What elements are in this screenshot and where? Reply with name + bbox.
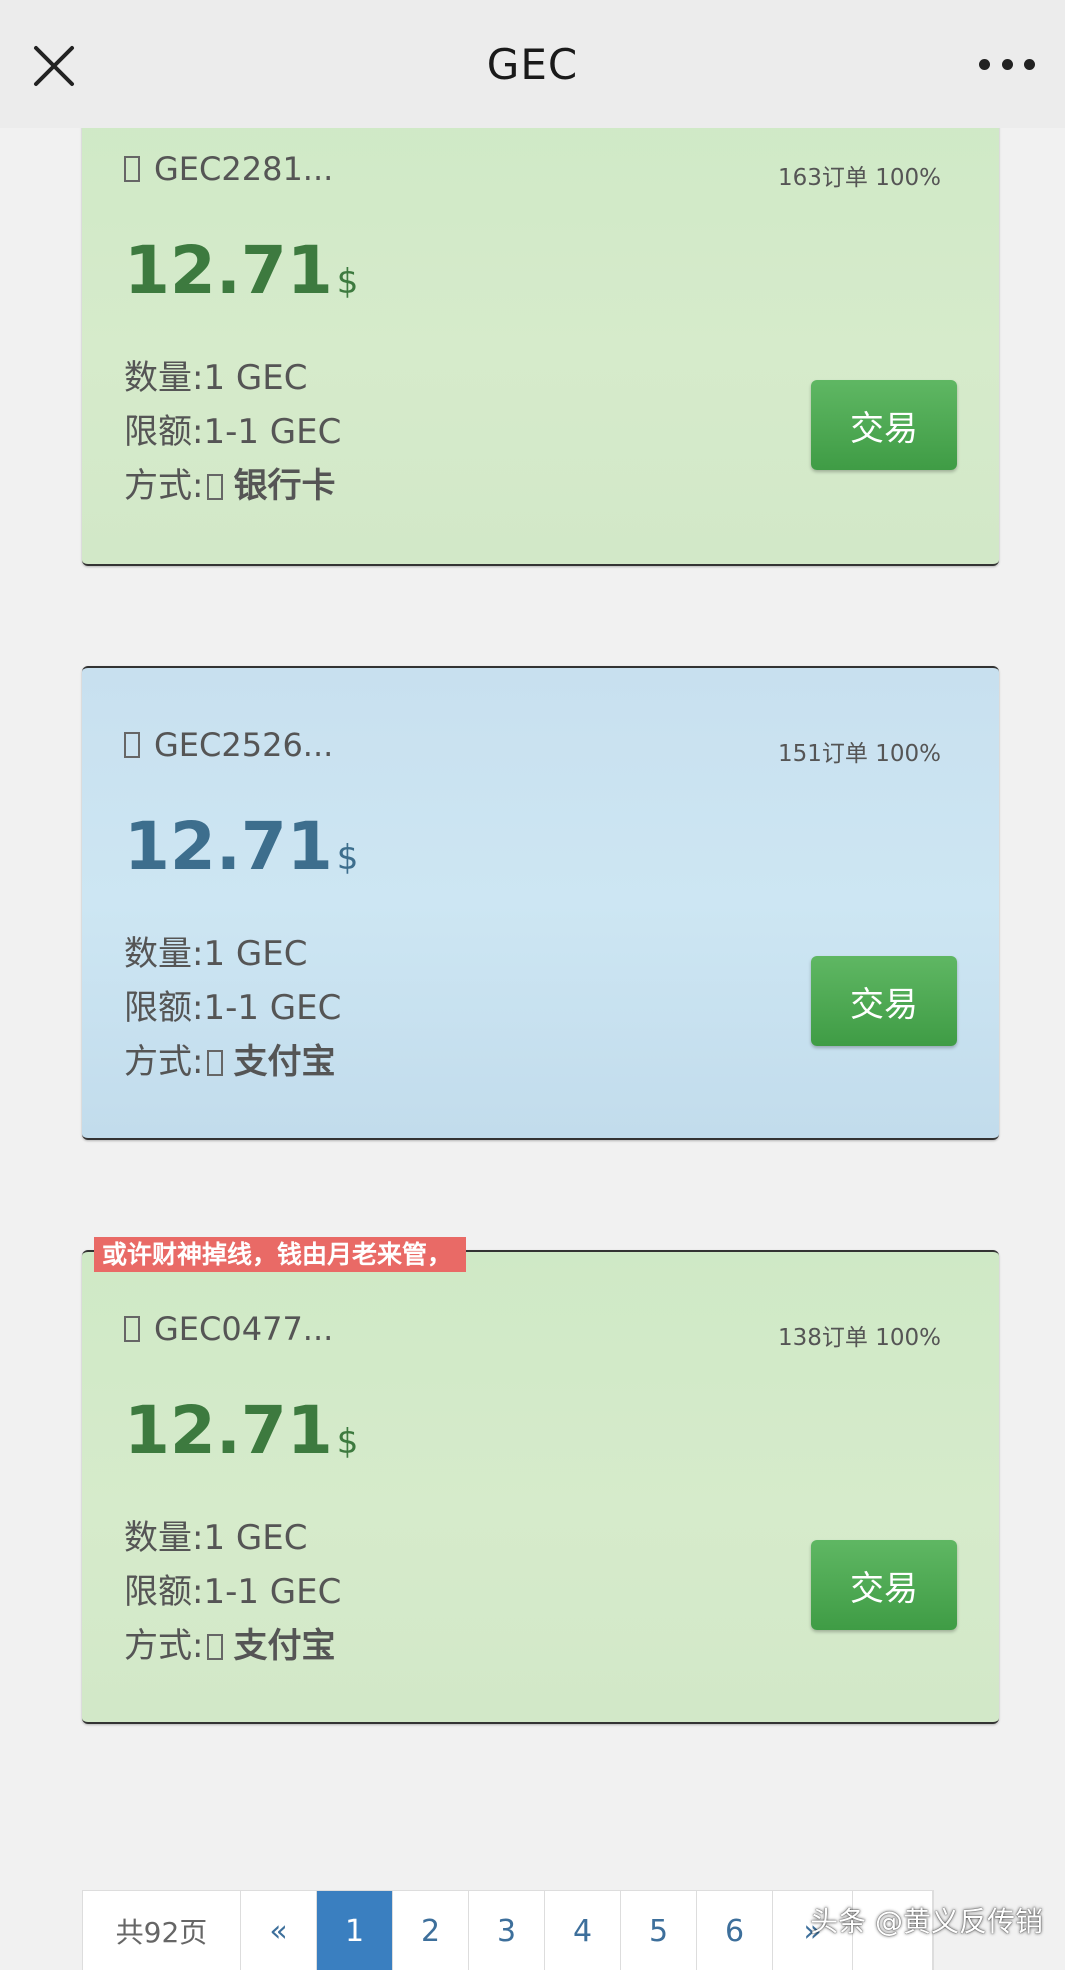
page-button-5[interactable]: 5 <box>621 1891 697 1970</box>
method-row: 方式: 银行卡 <box>124 458 335 507</box>
limit-row: 限额:1-1 GEC <box>124 980 341 1029</box>
price-value: 12.71 <box>124 1392 333 1469</box>
seller-name[interactable]: GEC2526... <box>124 726 333 764</box>
watermark: 头条 @黄义反传销 <box>810 1905 1043 1938</box>
more-dot <box>1024 58 1035 70</box>
price: 12.71 $ <box>124 232 358 309</box>
limit-row: 限额:1-1 GEC <box>124 404 341 453</box>
currency: $ <box>336 838 359 878</box>
order-stats: 138订单 100% <box>778 1325 941 1351</box>
quantity-value: 1 GEC <box>203 934 308 974</box>
payment-icon <box>207 1050 224 1076</box>
quantity-label: 数量: <box>124 1518 204 1558</box>
payment-icon <box>207 474 224 500</box>
quantity-value: 1 GEC <box>203 358 308 398</box>
price-value: 12.71 <box>124 808 333 885</box>
method-row: 方式: 支付宝 <box>124 1034 335 1083</box>
limit-label: 限额: <box>124 1572 204 1612</box>
trade-button[interactable]: 交易 <box>811 380 957 470</box>
seller-id: GEC0477... <box>154 1310 334 1348</box>
pagination: 共92页 « 1 2 3 4 5 6 » <box>82 1890 934 1970</box>
order-stats: 163订单 100% <box>778 165 941 191</box>
method-value: 支付宝 <box>233 1042 336 1082</box>
overlay-caption: 或许财神掉线，钱由月老来管， <box>94 1237 466 1272</box>
user-icon <box>124 156 140 182</box>
limit-label: 限额: <box>124 412 204 452</box>
trade-button[interactable]: 交易 <box>811 956 957 1046</box>
page-button-3[interactable]: 3 <box>469 1891 545 1970</box>
payment-icon <box>207 1634 224 1660</box>
method-row: 方式: 支付宝 <box>124 1618 335 1667</box>
order-stats: 151订单 100% <box>778 741 941 767</box>
nav-bar: GEC <box>0 0 1065 128</box>
price: 12.71 $ <box>124 808 358 885</box>
page-button-2[interactable]: 2 <box>393 1891 469 1970</box>
trade-button[interactable]: 交易 <box>811 1540 957 1630</box>
order-list: GEC2281... 163订单 100% 12.71 $ 数量:1 GEC 限额… <box>0 92 1065 1970</box>
limit-value: 1-1 GEC <box>203 1572 342 1612</box>
page-button-1[interactable]: 1 <box>317 1891 393 1970</box>
method-value: 支付宝 <box>233 1626 336 1666</box>
seller-id: GEC2281... <box>154 150 334 188</box>
seller-name[interactable]: GEC0477... <box>124 1310 333 1348</box>
page-total: 共92页 <box>83 1891 241 1970</box>
page-button-4[interactable]: 4 <box>545 1891 621 1970</box>
method-label: 方式: <box>124 1626 204 1666</box>
order-card: GEC2526... 151订单 100% 12.71 $ 数量:1 GEC 限额… <box>82 666 999 1140</box>
more-dot <box>1001 58 1013 70</box>
limit-row: 限额:1-1 GEC <box>124 1564 341 1613</box>
page-button-6[interactable]: 6 <box>697 1891 773 1970</box>
quantity-value: 1 GEC <box>203 1518 308 1558</box>
price: 12.71 $ <box>124 1392 358 1469</box>
seller-id: GEC2526... <box>154 726 334 764</box>
method-value: 银行卡 <box>233 466 336 506</box>
currency: $ <box>336 262 359 302</box>
order-card: GEC2281... 163订单 100% 12.71 $ 数量:1 GEC 限额… <box>82 92 999 566</box>
quantity-row: 数量:1 GEC <box>124 926 307 975</box>
limit-value: 1-1 GEC <box>203 988 342 1028</box>
quantity-label: 数量: <box>124 358 204 398</box>
currency: $ <box>336 1422 359 1462</box>
quantity-row: 数量:1 GEC <box>124 1510 307 1559</box>
limit-label: 限额: <box>124 988 204 1028</box>
user-icon <box>124 732 140 758</box>
method-label: 方式: <box>124 1042 204 1082</box>
page-title: GEC <box>486 39 579 89</box>
quantity-row: 数量:1 GEC <box>124 350 307 399</box>
method-label: 方式: <box>124 466 204 506</box>
order-card: GEC0477... 138订单 100% 12.71 $ 数量:1 GEC 限额… <box>82 1250 999 1724</box>
price-value: 12.71 <box>124 232 333 309</box>
seller-name[interactable]: GEC2281... <box>124 150 333 188</box>
more-dot <box>979 58 990 70</box>
user-icon <box>124 1316 140 1342</box>
quantity-label: 数量: <box>124 934 204 974</box>
limit-value: 1-1 GEC <box>203 412 342 452</box>
more-options-icon[interactable] <box>979 54 1035 74</box>
prev-page-button[interactable]: « <box>241 1891 317 1970</box>
close-icon[interactable] <box>30 42 78 90</box>
